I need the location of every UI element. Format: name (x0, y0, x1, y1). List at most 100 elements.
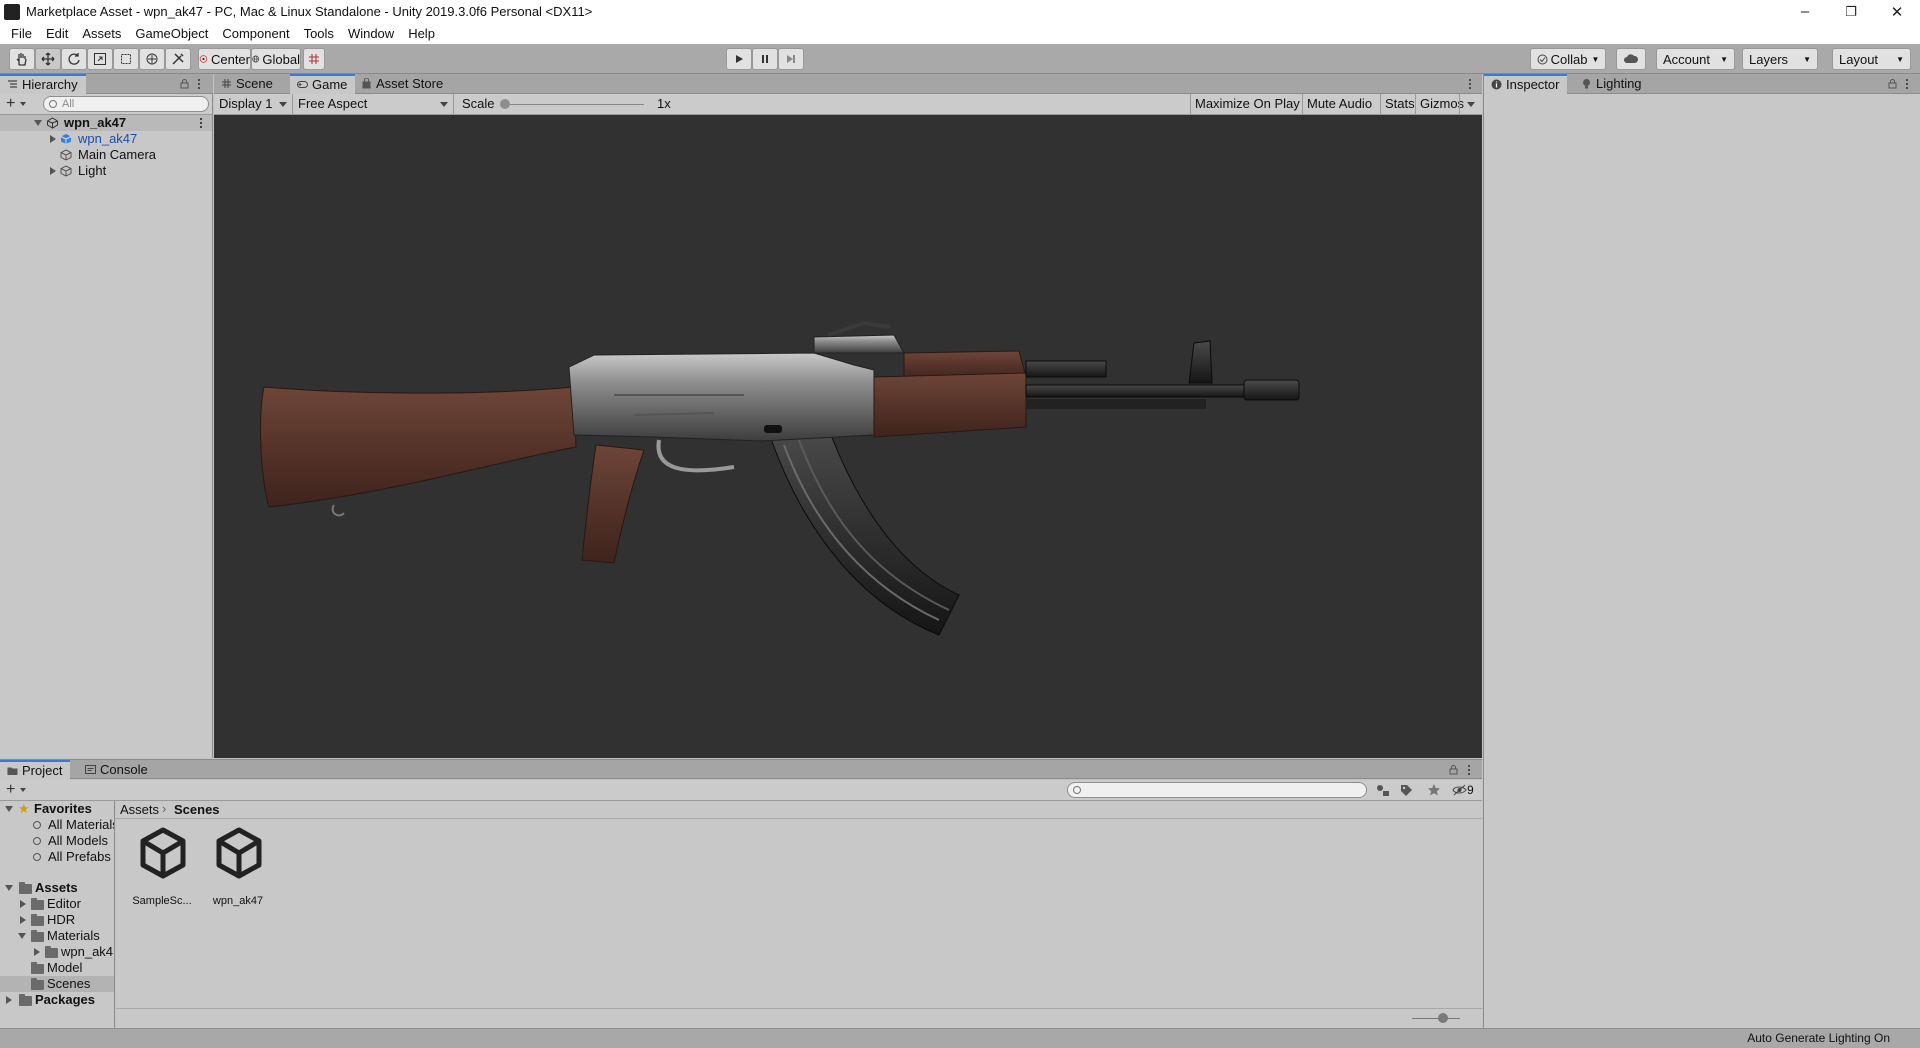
pivot-rotation-button[interactable]: Global (251, 48, 301, 70)
tab-lighting[interactable]: Lighting (1574, 74, 1650, 94)
tab-console[interactable]: Console (78, 760, 156, 780)
menu-tools[interactable]: Tools (297, 23, 341, 44)
tree-favorite-all-prefabs[interactable]: All Prefabs (0, 849, 114, 865)
kebab-menu-icon[interactable] (1468, 78, 1472, 90)
foldout-arrow-icon[interactable] (5, 806, 13, 812)
maximize-button[interactable]: ❐ (1828, 0, 1874, 23)
asset-tile-samplescene[interactable]: SampleSc... (124, 827, 200, 917)
kebab-menu-icon[interactable] (1905, 78, 1909, 90)
move-tool-button[interactable] (35, 48, 61, 70)
pause-button[interactable] (752, 48, 778, 70)
hidden-packages-eye-icon[interactable] (1452, 784, 1468, 796)
scale-slider-thumb[interactable] (500, 99, 510, 109)
icon-size-slider-thumb[interactable] (1438, 1013, 1448, 1023)
hierarchy-item-main-camera[interactable]: Main Camera (0, 147, 212, 163)
menu-window[interactable]: Window (341, 23, 401, 44)
play-button[interactable] (726, 48, 752, 70)
hierarchy-search-input[interactable]: All (43, 96, 209, 112)
scene-row[interactable]: wpn_ak47 (0, 115, 212, 131)
tree-folder-model[interactable]: Model (0, 960, 114, 976)
hand-tool-button[interactable] (9, 48, 35, 70)
menu-assets[interactable]: Assets (75, 23, 128, 44)
display-dropdown[interactable]: Display 1 (214, 94, 293, 114)
tab-game[interactable]: Game (290, 74, 356, 94)
asset-tile-wpn-ak47[interactable]: wpn_ak47 (200, 827, 276, 917)
tab-asset-store[interactable]: Asset Store (354, 74, 451, 94)
lock-icon[interactable] (1449, 765, 1458, 775)
foldout-arrow-icon[interactable] (50, 167, 56, 175)
project-tabstrip: Project Console (0, 759, 1482, 780)
menu-help[interactable]: Help (401, 23, 442, 44)
tree-folder-wpn-ak4[interactable]: wpn_ak4 (0, 944, 114, 960)
project-search-input[interactable] (1067, 782, 1367, 798)
menu-gameobject[interactable]: GameObject (128, 23, 215, 44)
scale-label: Scale (462, 96, 495, 111)
foldout-arrow-icon[interactable] (34, 120, 42, 126)
chevron-down-icon[interactable] (20, 788, 26, 792)
layers-dropdown[interactable]: Layers ▼ (1742, 48, 1818, 70)
tree-packages[interactable]: Packages (0, 992, 114, 1008)
foldout-arrow-icon[interactable] (18, 933, 26, 939)
pivot-mode-button[interactable]: Center (198, 48, 251, 70)
tab-hierarchy[interactable]: Hierarchy (0, 74, 86, 94)
lock-icon[interactable] (180, 79, 189, 89)
rotate-tool-button[interactable] (61, 48, 87, 70)
add-icon[interactable]: + (6, 96, 15, 112)
scale-slider-track[interactable] (504, 104, 644, 105)
tree-favorite-all-materials[interactable]: All Materials (0, 817, 114, 833)
scale-tool-button[interactable] (87, 48, 113, 70)
foldout-arrow-icon[interactable] (34, 948, 40, 956)
foldout-arrow-icon[interactable] (5, 885, 13, 891)
tab-project[interactable]: Project (0, 760, 71, 780)
collab-button[interactable]: Collab ▼ (1530, 48, 1606, 70)
search-by-type-icon[interactable] (1376, 784, 1390, 797)
custom-tool-button[interactable] (165, 48, 191, 70)
mute-audio-toggle[interactable]: Mute Audio (1302, 94, 1376, 114)
aspect-dropdown[interactable]: Free Aspect (293, 94, 454, 114)
tree-folder-editor[interactable]: Editor (0, 896, 114, 912)
game-viewport[interactable] (214, 115, 1482, 758)
kebab-menu-icon[interactable] (197, 78, 201, 90)
tag-icon[interactable] (1400, 784, 1413, 797)
tree-folder-hdr[interactable]: HDR (0, 912, 114, 928)
kebab-menu-icon[interactable] (199, 117, 203, 129)
tree-favorites[interactable]: ★ Favorites (0, 801, 114, 817)
lock-icon[interactable] (1888, 79, 1897, 89)
tree-folder-scenes[interactable]: Scenes (0, 976, 114, 992)
tab-scene[interactable]: Scene (214, 74, 281, 94)
menu-component[interactable]: Component (215, 23, 296, 44)
tree-folder-materials[interactable]: Materials (0, 928, 114, 944)
foldout-arrow-icon[interactable] (50, 135, 56, 143)
gizmos-dropdown[interactable] (1459, 94, 1482, 114)
menu-file[interactable]: File (4, 23, 39, 44)
kebab-menu-icon[interactable] (1467, 764, 1471, 776)
foldout-arrow-icon[interactable] (6, 996, 12, 1004)
account-dropdown[interactable]: Account ▼ (1656, 48, 1735, 70)
hierarchy-item-wpn-ak47[interactable]: wpn_ak47 (0, 131, 212, 147)
star-icon[interactable] (1427, 783, 1441, 797)
rect-tool-button[interactable] (113, 48, 139, 70)
add-icon[interactable]: + (6, 782, 15, 798)
menu-edit[interactable]: Edit (39, 23, 75, 44)
cloud-button[interactable] (1616, 48, 1646, 70)
tree-assets[interactable]: Assets (0, 880, 114, 896)
breadcrumb-assets[interactable]: Assets (120, 802, 159, 817)
grid-snap-button[interactable] (303, 48, 325, 70)
transform-tool-button[interactable] (139, 48, 165, 70)
maximize-on-play-toggle[interactable]: Maximize On Play (1190, 94, 1304, 114)
close-button[interactable]: ✕ (1874, 0, 1920, 23)
stats-toggle[interactable]: Stats (1380, 94, 1419, 114)
layout-label: Layout (1839, 51, 1879, 67)
breadcrumb-scenes[interactable]: Scenes (174, 802, 220, 817)
project-content: Assets › Scenes SampleSc... wpn_ak47 (116, 801, 1482, 1008)
icon-size-slider-track[interactable] (1412, 1018, 1460, 1019)
layout-dropdown[interactable]: Layout ▼ (1832, 48, 1911, 70)
hierarchy-item-light[interactable]: Light (0, 163, 212, 179)
step-button[interactable] (778, 48, 804, 70)
minimize-button[interactable]: – (1782, 0, 1828, 23)
foldout-arrow-icon[interactable] (20, 916, 26, 924)
tab-inspector[interactable]: Inspector (1484, 74, 1568, 94)
chevron-down-icon[interactable] (20, 102, 26, 106)
foldout-arrow-icon[interactable] (20, 900, 26, 908)
tree-favorite-all-models[interactable]: All Models (0, 833, 114, 849)
